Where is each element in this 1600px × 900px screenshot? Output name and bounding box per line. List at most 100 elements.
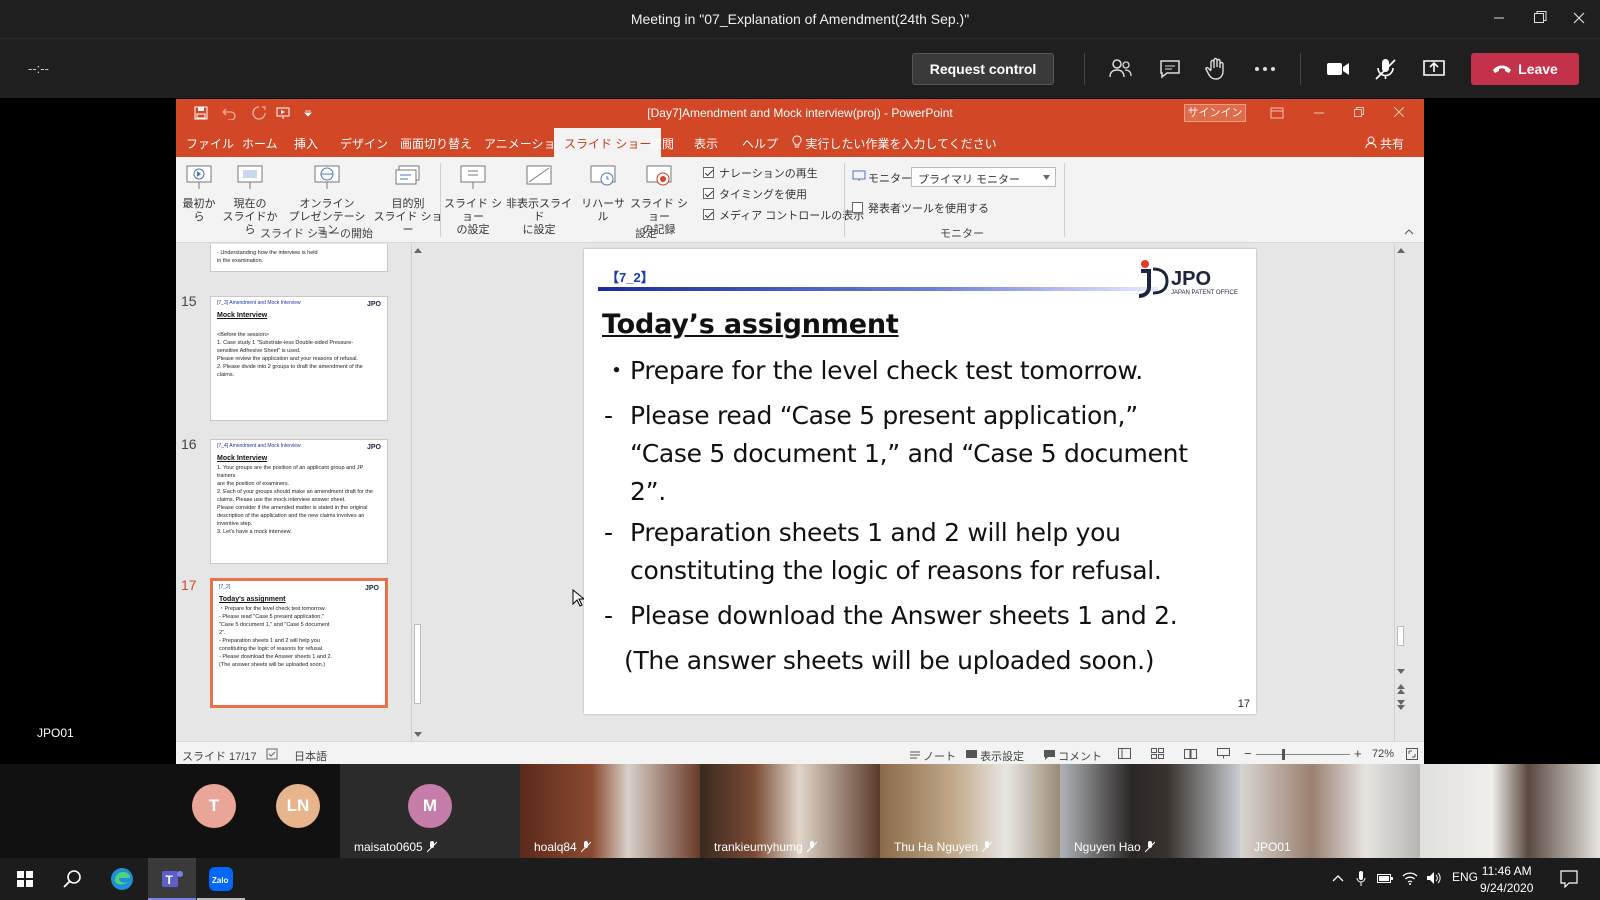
thumbnails-scrollbar[interactable] [411,244,423,741]
edge-browser-icon[interactable] [109,866,135,892]
from-beginning-button[interactable]: 最初から [180,163,218,224]
tab-help[interactable]: ヘルプ [742,135,778,152]
ribbon-display-icon[interactable] [1270,107,1284,119]
hide-slide-button[interactable]: 非表示スライド に設定 [504,163,574,237]
checkbox-box [852,202,863,213]
logo-text: JPO [1171,268,1211,290]
search-icon[interactable] [59,866,85,892]
system-clock[interactable]: 11:46 AM 9/24/2020 [1480,863,1533,897]
accessibility-check-icon[interactable] [266,748,278,760]
reading-view-icon[interactable] [1184,748,1197,759]
thumb-title: Mock Interview [211,449,387,464]
language-indicator[interactable]: 日本語 [294,748,327,764]
participant-tile[interactable]: JPO01 [1240,764,1420,858]
chat-icon[interactable] [1157,57,1183,81]
setup-slideshow-button[interactable]: スライド ショー の設定 [442,163,504,237]
participant-tile[interactable]: hoalq84 [520,764,700,858]
microphone-muted-icon [581,841,591,853]
scrollbar-thumb[interactable] [414,624,421,704]
participant-tile[interactable] [1420,764,1600,858]
close-button[interactable] [1564,6,1594,32]
bullet-text: Prepare for the level check test tomorro… [630,356,1143,385]
participant-tile[interactable]: M maisato0605 [340,764,520,858]
tab-view[interactable]: 表示 [694,135,718,152]
participant-tile[interactable]: Nguyen Hao [1060,764,1240,858]
tell-me-search[interactable]: 実行したい作業を入力してください [792,135,997,152]
slide-tag: 【7_2】 [606,267,654,286]
scrollbar-thumb[interactable] [1397,626,1404,646]
zoom-level[interactable]: 72% [1372,748,1394,760]
input-language[interactable]: ENG [1452,870,1478,884]
slide-thumbnail-15[interactable]: [7_3] Amendment and Mock Interview JPO M… [210,296,388,421]
microphone-icon[interactable] [1356,871,1366,887]
display-settings-button[interactable]: 表示設定 [966,748,1024,764]
collapse-ribbon-icon[interactable] [1404,229,1414,235]
minimize-button[interactable] [1484,6,1514,32]
notes-button[interactable]: ノート [910,748,956,764]
zoom-in-button[interactable]: + [1354,746,1362,761]
controls-divider [1084,53,1085,85]
avatar[interactable]: LN [276,784,320,828]
participant-tile[interactable]: Thu Ha Nguyen [880,764,1060,858]
slide-thumbnail-17[interactable]: [7_2] JPO Today's assignment ・Prepare fo… [210,578,388,708]
notifications-icon[interactable] [1560,870,1578,888]
rehearse-button[interactable]: リハーサル [578,163,628,224]
wifi-icon[interactable] [1402,870,1418,886]
microphone-muted-icon[interactable] [1372,57,1398,81]
bullet-text: Please read “Case 5 present application,… [604,397,1188,435]
comments-button[interactable]: コメント [1044,748,1102,764]
ppt-minimize-icon[interactable] [1314,111,1324,115]
share-screen-icon[interactable] [1421,57,1447,81]
scroll-up-icon[interactable] [414,247,422,253]
presenter-view-checkbox[interactable]: 発表者ツールを使用する [852,200,989,216]
next-slide-icon[interactable] [1397,700,1405,710]
tab-review[interactable]: 校閲 [650,135,674,152]
slide-thumbnail-16[interactable]: [7_4] Amendment and Mock Interview JPO M… [210,439,388,564]
participant-tile[interactable]: trankieumyhumg [700,764,880,858]
avatar[interactable]: T [192,784,236,828]
participants-icon[interactable] [1108,57,1134,81]
zoom-slider[interactable] [1256,754,1350,755]
leave-button[interactable]: Leave [1471,53,1579,85]
tab-file[interactable]: ファイル [186,135,234,152]
scroll-up-icon[interactable] [1397,247,1405,253]
volume-icon[interactable] [1426,871,1442,885]
ppt-restore-icon[interactable] [1354,107,1364,117]
zoom-slider-thumb[interactable] [1282,749,1285,760]
battery-icon[interactable] [1377,872,1393,884]
tab-slideshow[interactable]: スライド ショー [554,128,661,157]
tab-insert[interactable]: 挿入 [294,135,318,152]
slide-sorter-icon[interactable] [1151,748,1164,759]
slideshow-view-icon[interactable] [1217,748,1230,759]
rehearse-label: リハーサル [578,198,628,224]
request-control-button[interactable]: Request control [912,53,1054,85]
tab-design[interactable]: デザイン [340,135,388,152]
show-hidden-icons-icon[interactable] [1332,874,1344,882]
zoom-out-button[interactable]: − [1244,746,1252,761]
slide-scrollbar[interactable] [1394,244,1406,741]
previous-slide-icon[interactable] [1397,684,1405,694]
scroll-down-icon[interactable] [414,732,422,738]
slide-thumbnail-14[interactable]: - Understanding how the interview is hel… [210,244,388,272]
custom-slideshow-button[interactable]: 目的別 スライド ショー [372,163,444,237]
more-options-icon[interactable] [1252,57,1278,81]
narration-checkbox[interactable]: ナレーションの再生 [703,165,818,181]
signin-button[interactable]: サインイン [1184,104,1246,122]
media-controls-checkbox[interactable]: メディア コントロールの表示 [703,207,864,223]
monitor-select[interactable]: プライマリ モニター [911,167,1056,187]
raise-hand-icon[interactable] [1203,57,1229,81]
fit-to-window-icon[interactable] [1406,748,1418,760]
share-button[interactable]: 共有 [1365,135,1404,152]
tab-transitions[interactable]: 画面切り替え [400,135,472,152]
ppt-close-icon[interactable] [1394,107,1404,117]
restore-button[interactable] [1525,6,1555,32]
normal-view-icon[interactable] [1118,748,1131,759]
camera-icon[interactable] [1325,57,1351,81]
taskbar-item-teams[interactable]: T [148,858,196,900]
current-slide[interactable]: 【7_2】 JPO JAPAN PATENT OFFICE Today’s as… [584,249,1256,714]
timing-checkbox[interactable]: タイミングを使用 [703,186,807,202]
taskbar-item-zalo[interactable]: Zalo [197,858,245,900]
tab-home[interactable]: ホーム [242,135,278,152]
scroll-down-icon[interactable] [1397,669,1405,675]
windows-start-icon[interactable] [12,866,38,892]
